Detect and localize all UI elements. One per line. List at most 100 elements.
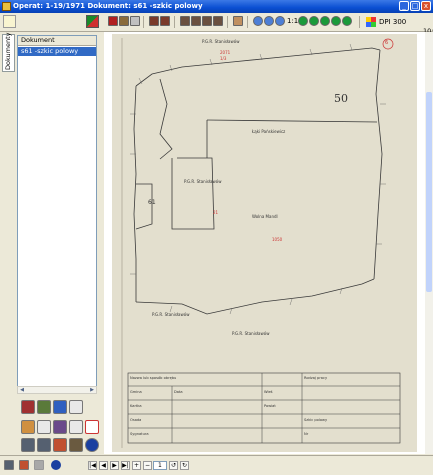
- stamp-number: 6: [385, 40, 389, 46]
- bottom-right-owner: P.G.R. Stanisławów: [232, 331, 270, 336]
- remove-page-button[interactable]: −: [143, 461, 152, 470]
- rotate-right-icon[interactable]: [320, 16, 330, 26]
- image-status-icon[interactable]: [19, 460, 29, 470]
- prev-page-button[interactable]: ◀: [99, 461, 108, 470]
- form-szkic: Szkic polowy: [304, 418, 328, 422]
- scroll-thumb[interactable]: [426, 92, 432, 292]
- toolbar-separator: [143, 16, 144, 28]
- copy-icon[interactable]: [37, 420, 51, 434]
- scan-doc-icon[interactable]: [69, 438, 83, 452]
- info-icon[interactable]: [85, 438, 99, 452]
- column-header[interactable]: Dokument: [18, 36, 96, 46]
- red-note-d: 21: [213, 210, 219, 215]
- last-page-button[interactable]: ▶|: [121, 461, 130, 470]
- rotate-left-icon[interactable]: [309, 16, 319, 26]
- main-toolbar: 1:1 DPI 300 10:5: [104, 13, 433, 35]
- form-powiat: Powiat: [264, 404, 276, 408]
- zoom-fit-icon[interactable]: [275, 16, 285, 26]
- page3-icon[interactable]: [202, 16, 212, 26]
- blank-icon[interactable]: [69, 400, 83, 414]
- scroll-left-icon[interactable]: ◀: [18, 387, 26, 393]
- folder-icon[interactable]: [21, 420, 35, 434]
- horizontal-scrollbar[interactable]: ◀ ▶: [17, 386, 97, 394]
- tab-label: Dokumenty: [4, 32, 12, 70]
- dpi-control[interactable]: DPI 300: [366, 14, 406, 29]
- maximize-button[interactable]: □: [410, 1, 420, 11]
- left-parcel-number: 61: [148, 199, 156, 206]
- title-bar: Operat: 1-19/1971 Dokument: s61 -szkic p…: [0, 0, 433, 13]
- rotate-page-right-button[interactable]: ↻: [180, 461, 189, 470]
- app-icon: [2, 2, 11, 11]
- flip2-icon[interactable]: [342, 16, 352, 26]
- export-icon[interactable]: [86, 15, 99, 28]
- form-no-label: Nr: [304, 432, 309, 436]
- form-row1-right: Rodzaj pracy: [304, 376, 328, 380]
- flip-icon[interactable]: [331, 16, 341, 26]
- first-page-button[interactable]: |◀: [88, 461, 97, 470]
- form-row1-left: Nazwa lub sposób obrębu: [130, 376, 177, 380]
- zoom-out-icon[interactable]: [264, 16, 274, 26]
- red-note-b: 1/3: [220, 56, 227, 61]
- form-sygnatura: Sygnatura: [130, 432, 149, 436]
- zoom-in-icon[interactable]: [253, 16, 263, 26]
- note-label: Wolna Mandl: [252, 214, 278, 219]
- form-gmina: Gmina: [130, 390, 142, 394]
- page-number-value: 1: [158, 462, 162, 469]
- scan2-icon[interactable]: [160, 16, 170, 26]
- delete-icon[interactable]: [85, 420, 99, 434]
- form-wies: Wieś: [264, 390, 273, 394]
- color-palette-icon: [366, 16, 376, 27]
- info-status-icon[interactable]: [51, 460, 61, 470]
- rotate-page-button[interactable]: ↺: [169, 461, 178, 470]
- print-icon[interactable]: [108, 16, 118, 26]
- scan-icon[interactable]: [149, 16, 159, 26]
- cut-icon[interactable]: [233, 16, 243, 26]
- disabled-status-icon: [34, 460, 44, 470]
- vertical-scrollbar[interactable]: [425, 32, 433, 454]
- image-icon[interactable]: [53, 438, 67, 452]
- save-icon[interactable]: [119, 16, 129, 26]
- bulb-icon[interactable]: [3, 15, 16, 28]
- list-item[interactable]: s61 -szkic polowy: [18, 47, 96, 56]
- center-owner-label: Łąki Pańskiewicz: [252, 129, 286, 134]
- window-title: Operat: 1-19/1971 Dokument: s61 -szkic p…: [13, 2, 203, 10]
- scroll-right-icon[interactable]: ▶: [88, 387, 96, 393]
- minimize-button[interactable]: _: [399, 1, 409, 11]
- form-osada: Osada: [130, 418, 142, 422]
- add-document-icon[interactable]: [37, 400, 51, 414]
- left-toolbar: [0, 13, 104, 32]
- edit-icon[interactable]: [53, 400, 67, 414]
- tab-dokumenty[interactable]: Dokumenty: [2, 32, 15, 72]
- eye-status-icon[interactable]: [4, 460, 14, 470]
- page-number-field[interactable]: 1: [153, 461, 167, 470]
- page-icon[interactable]: [180, 16, 190, 26]
- page2-icon[interactable]: [191, 16, 201, 26]
- hand-icon[interactable]: [298, 16, 308, 26]
- toolbar-separator: [174, 16, 175, 28]
- open-icon[interactable]: [130, 16, 140, 26]
- chart-icon[interactable]: [21, 400, 35, 414]
- parcel-number: 50: [334, 92, 348, 105]
- form-date-label: Data: [174, 390, 183, 394]
- view-icon[interactable]: [21, 438, 35, 452]
- red-note-c: 1050: [272, 237, 283, 242]
- page4-icon[interactable]: [213, 16, 223, 26]
- left-parcel-label: P.G.R. Stanisławów: [184, 179, 222, 184]
- document-list: Dokument s61 -szkic polowy: [17, 35, 97, 387]
- toolbar-separator: [247, 16, 248, 28]
- close-button[interactable]: x: [421, 1, 431, 11]
- toolbar-separator: [227, 16, 228, 28]
- next-page-button[interactable]: ▶: [110, 461, 119, 470]
- document-viewer[interactable]: 6 P.G.R. Stanisławów 50 Łąki Pańskiewicz…: [104, 32, 425, 454]
- top-owner-label: P.G.R. Stanisławów: [202, 39, 240, 44]
- zoom-label[interactable]: 1:1: [287, 17, 298, 25]
- scanned-sketch: 6 P.G.R. Stanisławów 50 Łąki Pańskiewicz…: [112, 34, 417, 452]
- add-page-button[interactable]: +: [132, 461, 141, 470]
- blank2-icon[interactable]: [69, 420, 83, 434]
- toolbar-separator: [359, 16, 360, 28]
- bottom-left-owner: P.G.R. Stanisławów: [152, 312, 190, 317]
- form-kartka: Kartka: [130, 404, 142, 408]
- red-note-a: 2071: [220, 50, 231, 55]
- eye-icon[interactable]: [37, 438, 51, 452]
- users-icon[interactable]: [53, 420, 67, 434]
